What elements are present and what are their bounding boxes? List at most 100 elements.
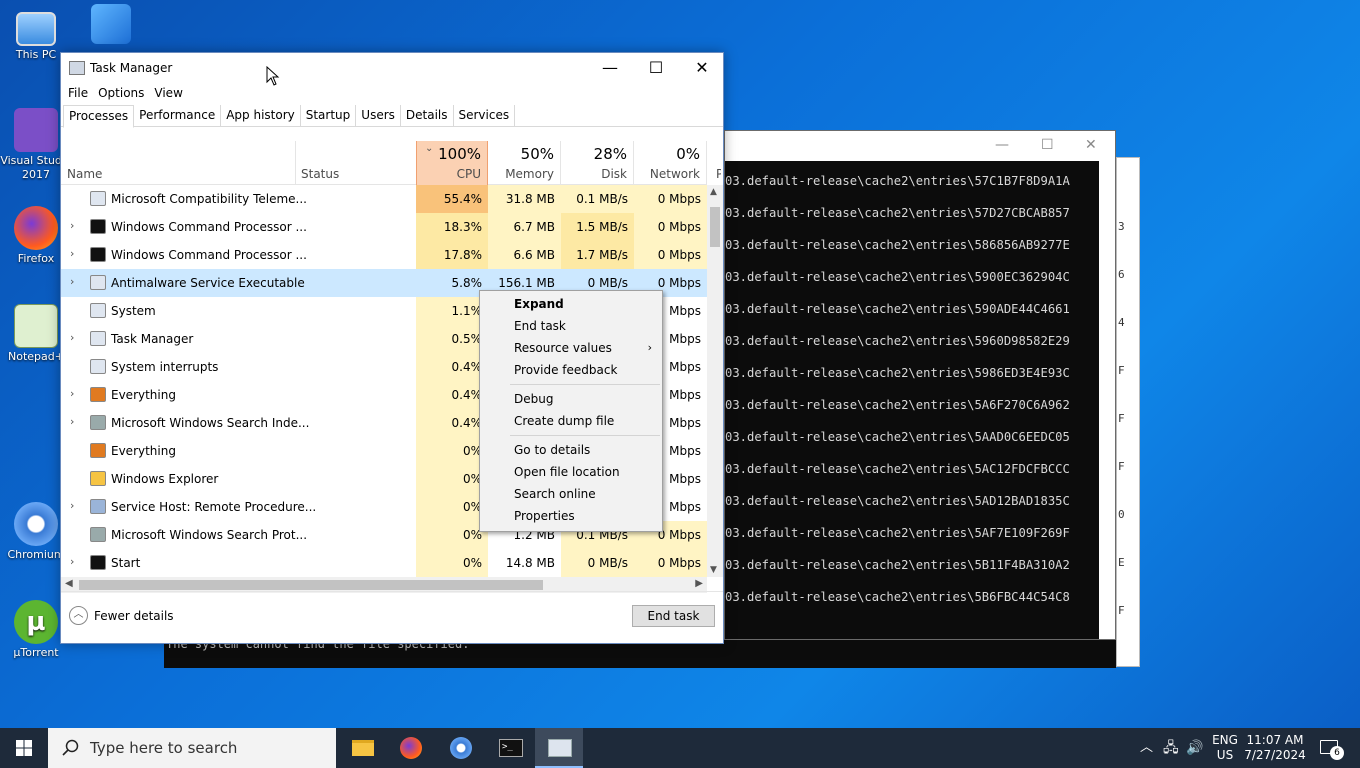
chevron-right-icon[interactable]: › xyxy=(70,275,74,288)
menu-options[interactable]: Options xyxy=(93,83,149,105)
chevron-right-icon[interactable]: › xyxy=(70,247,74,260)
taskbar-command-prompt[interactable]: >_ xyxy=(486,728,534,768)
chromium-icon xyxy=(14,502,58,546)
menu-item-go-to-details[interactable]: Go to details xyxy=(480,439,662,461)
taskbar-chromium[interactable] xyxy=(436,728,484,768)
task-manager-icon xyxy=(69,61,85,75)
console-window[interactable]: — ☐ ✕ 03.default-release\cache2\entries\… xyxy=(724,130,1116,640)
network-icon[interactable]: 🖧 xyxy=(1163,728,1179,768)
column-cpu[interactable]: ⌄ 100% CPU xyxy=(416,141,488,185)
process-memory: 31.8 MB xyxy=(488,185,561,213)
column-name[interactable]: Name xyxy=(61,141,296,185)
chevron-right-icon[interactable]: › xyxy=(70,219,74,232)
fewer-details-button[interactable]: ︿ Fewer details xyxy=(69,606,174,625)
tab-startup[interactable]: Startup xyxy=(301,105,357,127)
menu-item-end-task[interactable]: End task xyxy=(480,315,662,337)
folder-icon xyxy=(352,740,374,756)
chevron-up-icon: ︿ xyxy=(69,606,88,625)
tab-details[interactable]: Details xyxy=(401,105,454,127)
menu-bar: File Options View xyxy=(61,83,723,105)
scroll-right-icon[interactable]: ▶ xyxy=(695,578,703,589)
tab-app-history[interactable]: App history xyxy=(221,105,301,127)
column-power[interactable]: P xyxy=(707,141,721,185)
menu-view[interactable]: View xyxy=(149,83,187,105)
process-name: Antimalware Service Executable xyxy=(111,276,305,290)
end-task-button[interactable]: End task xyxy=(632,605,715,627)
language-indicator[interactable]: ENG US xyxy=(1212,728,1238,768)
menu-file[interactable]: File xyxy=(63,83,93,105)
maximize-button[interactable]: ☐ xyxy=(633,53,679,83)
start-button[interactable] xyxy=(0,728,48,768)
console-line: 03.default-release\cache2\entries\5900EC… xyxy=(725,270,1070,284)
maximize-icon[interactable]: ☐ xyxy=(1041,137,1054,153)
chevron-right-icon[interactable]: › xyxy=(70,331,74,344)
scroll-left-icon[interactable]: ◀ xyxy=(65,578,73,589)
console-line: 03.default-release\cache2\entries\5986ED… xyxy=(725,366,1070,380)
console-line: 03.default-release\cache2\entries\5AAD0C… xyxy=(725,430,1070,444)
process-row[interactable]: Microsoft Compatibility Teleme... 55.4% 31… xyxy=(61,185,707,213)
process-row[interactable]: › Windows Command Processor ... 18.3% 6.7 M… xyxy=(61,213,707,241)
menu-item-expand[interactable]: Expand xyxy=(480,293,662,315)
process-cpu: 17.8% xyxy=(416,241,488,269)
process-cpu: 0.4% xyxy=(416,381,488,409)
context-menu: Expand End task Resource values › Provid… xyxy=(479,290,663,532)
tab-processes[interactable]: Processes xyxy=(63,105,135,128)
column-disk[interactable]: 28% Disk xyxy=(561,141,634,185)
minimize-icon[interactable]: — xyxy=(995,137,1009,153)
tab-users[interactable]: Users xyxy=(356,105,401,127)
process-name: Microsoft Windows Search Prot... xyxy=(111,528,308,542)
tab-performance[interactable]: Performance xyxy=(134,105,222,127)
column-memory[interactable]: 50% Memory xyxy=(488,141,561,185)
process-cpu: 18.3% xyxy=(416,213,488,241)
console-line: 03.default-release\cache2\entries\5B6FBC… xyxy=(725,590,1070,604)
taskbar-file-explorer[interactable] xyxy=(338,728,386,768)
scroll-down-icon[interactable]: ▼ xyxy=(710,565,717,575)
process-icon xyxy=(90,219,106,234)
taskbar-task-manager[interactable] xyxy=(535,728,583,768)
menu-item-resource-values[interactable]: Resource values › xyxy=(480,337,662,359)
chevron-right-icon[interactable]: › xyxy=(70,415,74,428)
tray-overflow-icon[interactable]: ︿ xyxy=(1140,728,1153,768)
console2-char: F xyxy=(1118,364,1125,377)
hscroll-thumb[interactable] xyxy=(79,580,543,590)
column-status[interactable]: Status xyxy=(296,141,416,185)
menu-item-open-file-location[interactable]: Open file location xyxy=(480,461,662,483)
scroll-up-icon[interactable]: ▲ xyxy=(710,187,717,197)
menu-item-create-dump-file[interactable]: Create dump file xyxy=(480,410,662,432)
column-headers: Name Status ⌄ 100% CPU 50% Memory 28% Di… xyxy=(61,141,721,185)
console-window-2-edge[interactable]: 3 6 4 F F F 0 E F xyxy=(1116,157,1140,667)
console-line: 03.default-release\cache2\entries\5AF7E1… xyxy=(725,526,1070,540)
process-icon xyxy=(90,555,106,570)
taskbar-search-box[interactable]: Type here to search xyxy=(48,728,336,768)
taskbar-firefox[interactable] xyxy=(386,728,434,768)
taskbar: Type here to search >_ ︿ 🖧 🔊 ENG US 11:0… xyxy=(0,728,1360,768)
search-icon xyxy=(62,739,79,756)
chevron-right-icon[interactable]: › xyxy=(70,499,74,512)
column-network[interactable]: 0% Network xyxy=(634,141,707,185)
volume-icon[interactable]: 🔊 xyxy=(1186,728,1203,768)
menu-item-debug[interactable]: Debug xyxy=(480,388,662,410)
process-icon xyxy=(90,247,106,262)
desktop-icon-windows[interactable] xyxy=(75,4,147,46)
notification-center-button[interactable]: 6 xyxy=(1316,728,1346,768)
task-manager-titlebar[interactable]: Task Manager — ☐ ✕ xyxy=(61,53,723,83)
firefox-icon xyxy=(400,737,422,759)
task-manager-icon xyxy=(548,739,572,757)
chevron-right-icon[interactable]: › xyxy=(70,387,74,400)
console-scrollbar[interactable] xyxy=(1099,161,1115,639)
vertical-scrollbar[interactable]: ▲ ▼ xyxy=(707,185,723,577)
menu-item-provide-feedback[interactable]: Provide feedback xyxy=(480,359,662,381)
console-titlebar[interactable]: — ☐ ✕ xyxy=(725,131,1115,161)
console2-char: F xyxy=(1118,604,1125,617)
chevron-right-icon[interactable]: › xyxy=(70,555,74,568)
process-row[interactable]: › Start 0% 14.8 MB 0 MB/s 0 Mbps xyxy=(61,549,707,577)
close-button[interactable]: ✕ xyxy=(679,53,725,83)
menu-item-search-online[interactable]: Search online xyxy=(480,483,662,505)
close-icon[interactable]: ✕ xyxy=(1085,137,1097,153)
scroll-thumb[interactable] xyxy=(710,207,720,247)
tab-services[interactable]: Services xyxy=(454,105,516,127)
clock[interactable]: 11:07 AM 7/27/2024 xyxy=(1244,728,1306,768)
menu-item-properties[interactable]: Properties xyxy=(480,505,662,527)
minimize-button[interactable]: — xyxy=(587,53,633,83)
process-row[interactable]: › Windows Command Processor ... 17.8% 6.6 M… xyxy=(61,241,707,269)
